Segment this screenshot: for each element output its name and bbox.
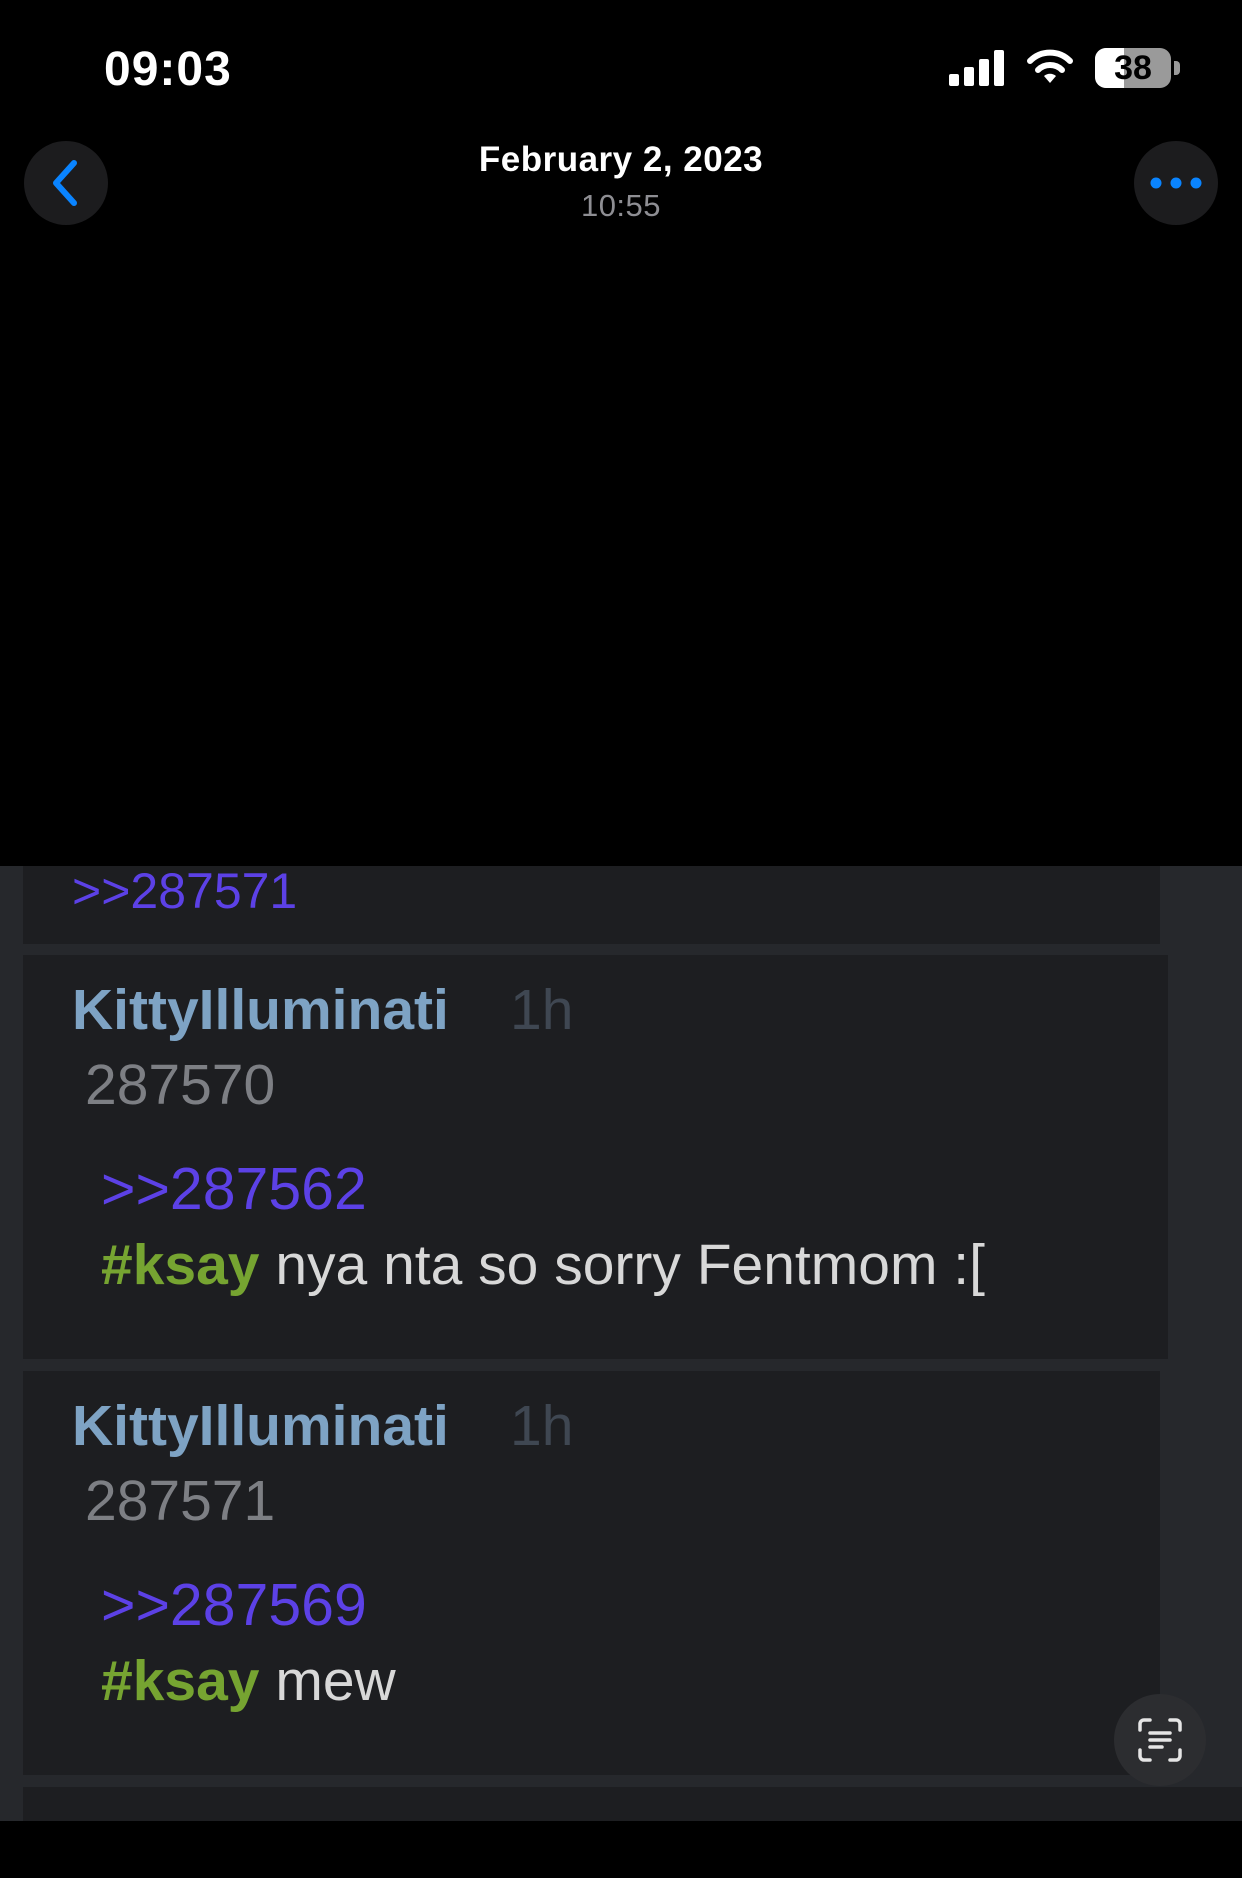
post-time: 1h bbox=[510, 978, 574, 1042]
post-message: #ksay nya nta so sorry Fentmom :[ bbox=[101, 1232, 985, 1298]
status-icons: 38 bbox=[949, 48, 1180, 88]
post-number: 287571 bbox=[85, 1469, 276, 1533]
status-time: 09:03 bbox=[104, 43, 232, 96]
post-author: KittyIlluminati bbox=[72, 978, 449, 1042]
quote-link: >>287562 bbox=[101, 1156, 367, 1222]
wifi-icon bbox=[1027, 49, 1073, 83]
live-text-button[interactable] bbox=[1114, 1694, 1206, 1786]
battery-icon: 38 bbox=[1095, 48, 1171, 88]
post-card-partial: >>287571 bbox=[23, 866, 1160, 944]
battery-level: 38 bbox=[1114, 49, 1152, 87]
post-message: #ksay mew bbox=[101, 1648, 396, 1714]
post-number: 287570 bbox=[85, 1053, 276, 1117]
post-card-partial bbox=[23, 1787, 1242, 1821]
post-author: KittyIlluminati bbox=[72, 1394, 449, 1458]
message-text: mew bbox=[259, 1649, 396, 1713]
post-card: KittyIlluminati 1h 287570 >>287562 #ksay… bbox=[23, 955, 1168, 1359]
ellipsis-icon bbox=[1150, 177, 1202, 189]
quote-link: >>287571 bbox=[72, 866, 298, 919]
hashtag: #ksay bbox=[101, 1649, 260, 1713]
live-text-icon bbox=[1138, 1718, 1182, 1762]
message-text: nya nta so sorry Fentmom :[ bbox=[259, 1233, 985, 1297]
quote-link: >>287569 bbox=[101, 1572, 367, 1638]
nav-subtitle: 10:55 bbox=[580, 188, 662, 223]
more-button[interactable] bbox=[1134, 141, 1218, 225]
photo-view[interactable]: >>287571 KittyIlluminati 1h 287570 >>287… bbox=[0, 866, 1242, 1821]
post-card: KittyIlluminati 1h 287571 >>287569 #ksay… bbox=[23, 1371, 1160, 1775]
post-time: 1h bbox=[510, 1394, 574, 1458]
nav-title: February 2, 2023 bbox=[478, 140, 764, 179]
hashtag: #ksay bbox=[101, 1233, 260, 1297]
cellular-signal-icon bbox=[949, 50, 1004, 86]
